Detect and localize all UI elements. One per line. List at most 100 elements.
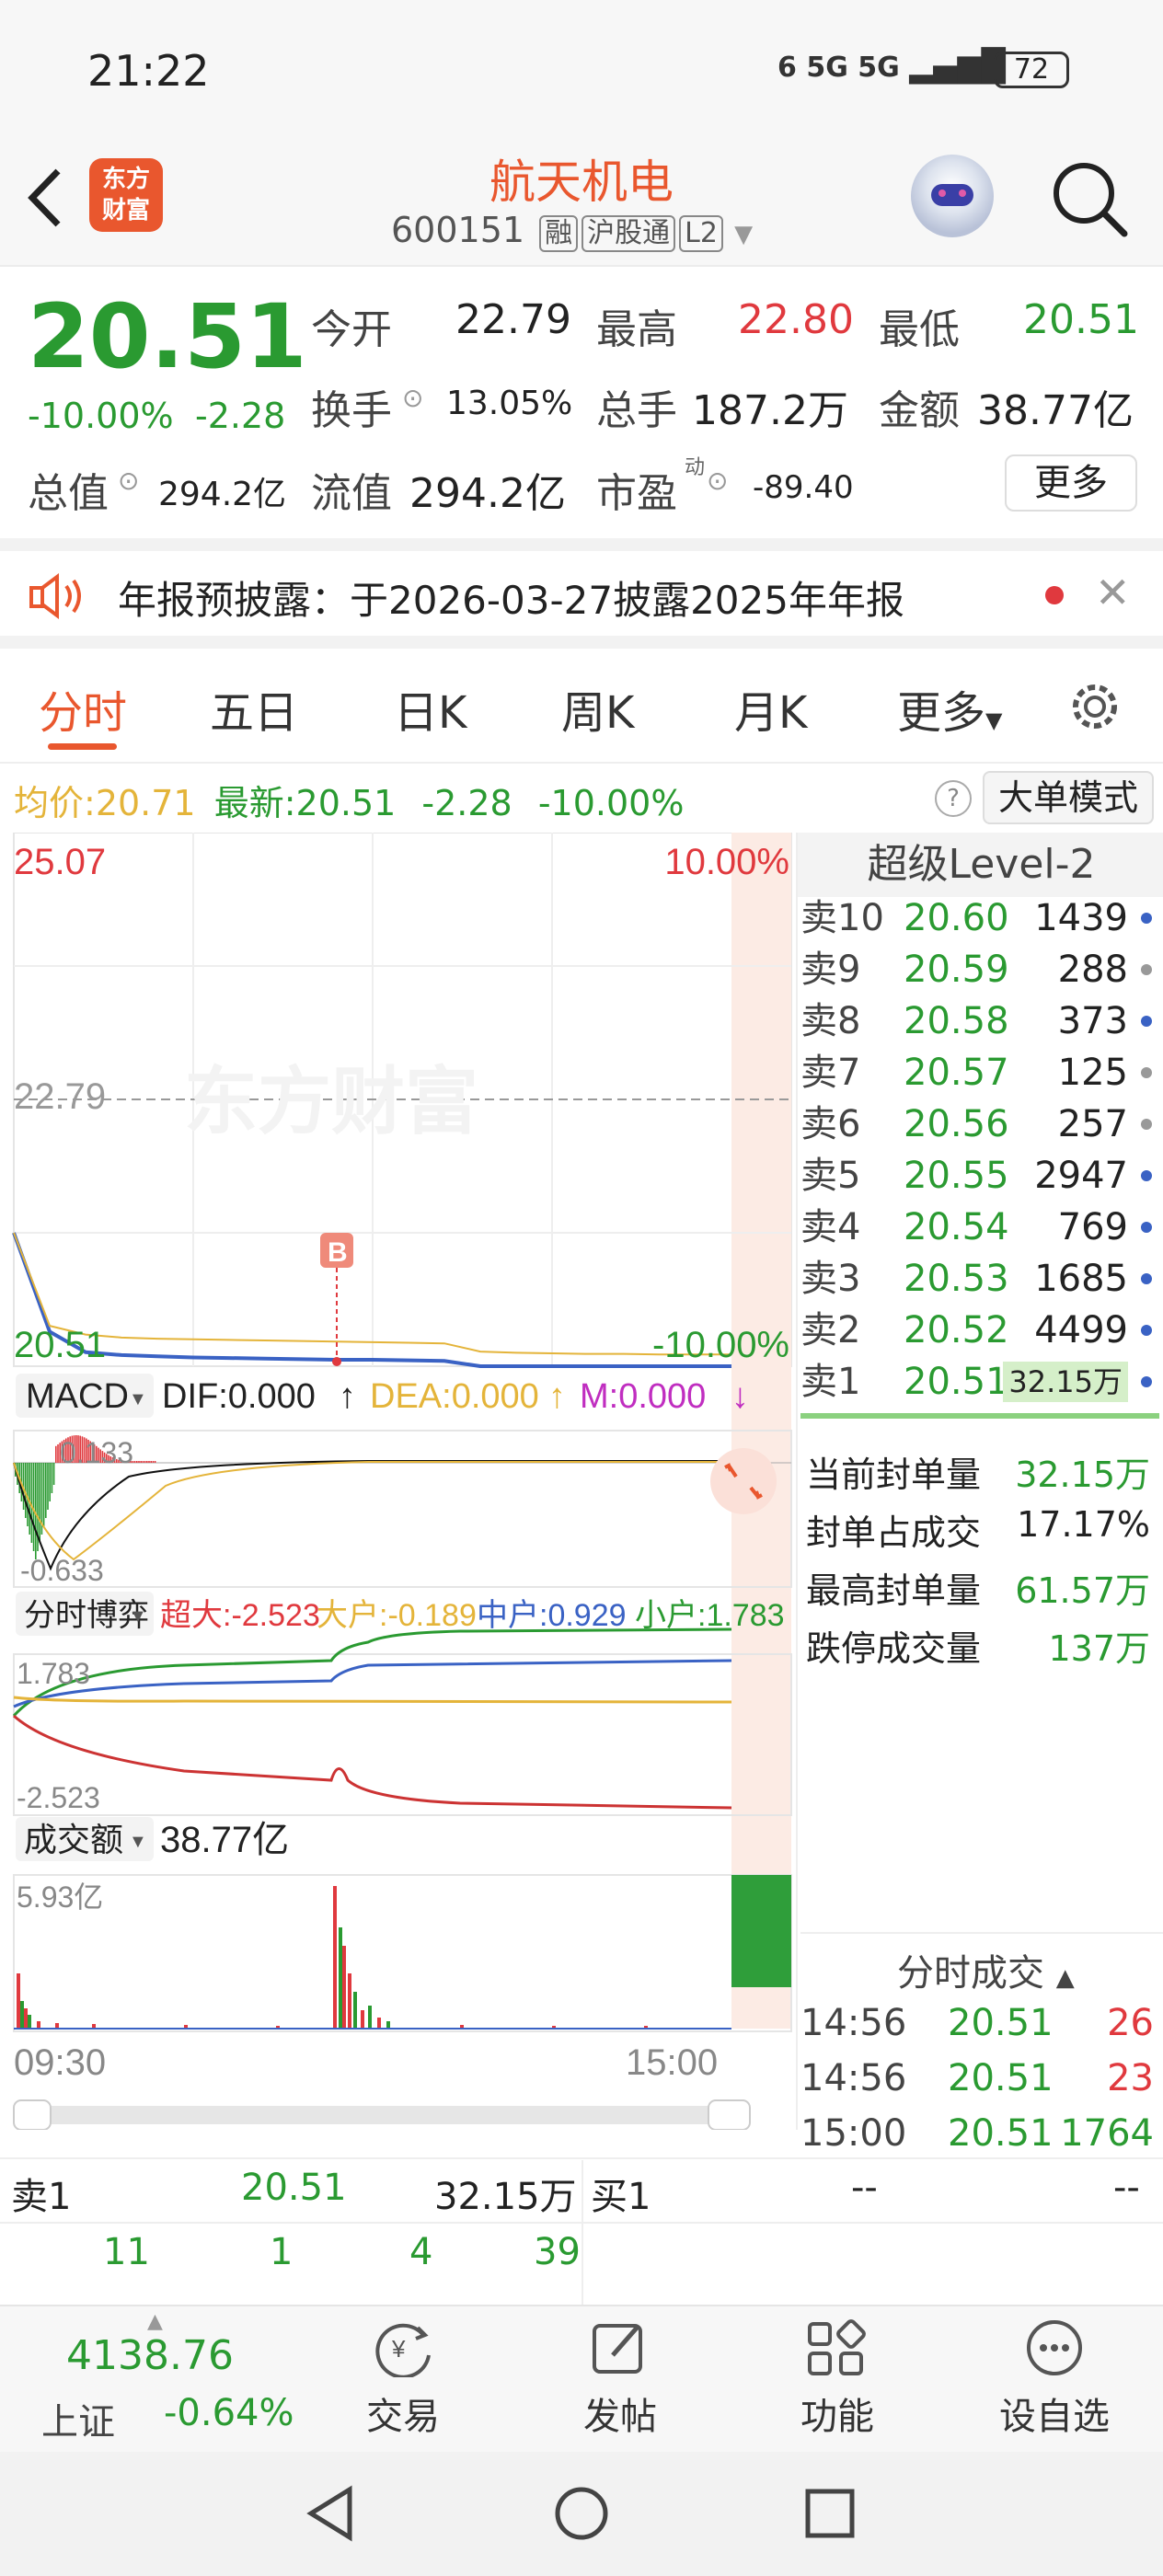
ask-level-label: 卖4: [800, 1206, 861, 1248]
ask-row[interactable]: 卖6 20.56 257: [800, 1098, 1159, 1150]
level2-title[interactable]: 超级Level-2: [798, 833, 1163, 897]
close-icon[interactable]: ✕: [1095, 568, 1131, 617]
info-icon[interactable]: ⊙: [402, 383, 423, 413]
trade-price: 20.51: [948, 2057, 1054, 2099]
nav-post[interactable]: 发帖: [547, 2318, 694, 2440]
header: 东方 财富 航天机电 600151 融沪股通 L2 ▼: [0, 138, 1163, 267]
notice-bar[interactable]: 年报预披露：于2026-03-27披露2025年年报 ✕: [0, 538, 1163, 649]
scroll-handle-left[interactable]: [13, 2099, 52, 2130]
stock-code: 600151: [391, 210, 525, 250]
ask-row[interactable]: 卖1 20.51 32.15万: [800, 1356, 1159, 1408]
nav-add-watchlist[interactable]: 设自选: [981, 2318, 1128, 2440]
ask-volume: 373: [1057, 1000, 1128, 1042]
tab-more-label: 更多: [897, 687, 986, 739]
expand-icon[interactable]: [710, 1448, 777, 1514]
ask-row[interactable]: 卖10 20.60 1439: [800, 892, 1159, 944]
trade-volume: 26: [1107, 2002, 1154, 2044]
tab-five-day[interactable]: 五日: [210, 676, 298, 741]
ask-row[interactable]: 卖9 20.59 288: [800, 944, 1159, 995]
m-label: M:0.000: [580, 1377, 706, 1416]
trade-volume: 23: [1107, 2057, 1154, 2099]
ask-row[interactable]: 卖8 20.58 373: [800, 995, 1159, 1047]
flow-label-superlarge: 超大:-2.523: [160, 1598, 320, 1633]
ask-row[interactable]: 卖2 20.52 4499: [800, 1305, 1159, 1356]
battery-level: 72: [1013, 53, 1050, 86]
more-button[interactable]: 更多: [1005, 454, 1137, 512]
tag-l2: L2: [679, 215, 723, 252]
nav-trade-label: 交易: [366, 2396, 440, 2438]
buy-marker[interactable]: B: [320, 1233, 353, 1366]
tab-more[interactable]: 更多▼: [897, 676, 1002, 741]
tab-daily-k[interactable]: 日K: [394, 676, 466, 741]
grid-icon: [808, 2319, 866, 2375]
macd-bar: [150, 1461, 152, 1463]
back-triangle-icon[interactable]: [304, 2484, 359, 2543]
nav-add-watchlist-label: 设自选: [999, 2396, 1110, 2438]
index-widget[interactable]: 4138.76 ▲ 上证 -0.64%: [0, 2305, 313, 2452]
macd-bar: [146, 1461, 148, 1463]
volume-value: 187.2万: [692, 387, 848, 434]
more-dots-icon: [1027, 2320, 1082, 2375]
book-divider: [800, 1413, 1159, 1419]
turnover-label: 换手: [311, 387, 392, 434]
pe-value: -89.40: [753, 469, 854, 506]
order-dot: [1141, 1170, 1152, 1181]
y-bottom-label: 20.51: [14, 1325, 106, 1365]
ask-price: 20.60: [904, 897, 1009, 939]
ask-volume: 32.15万: [1003, 1362, 1128, 1402]
ask-price: 20.55: [904, 1155, 1009, 1197]
svg-text:¥: ¥: [391, 2335, 406, 2363]
macd-top-label: 0.133: [60, 1436, 133, 1469]
svg-text:↑: ↑: [548, 1377, 566, 1416]
chart-scrollbar[interactable]: [14, 2106, 750, 2124]
status-bar: 21:22 6 5G 5G ▂▄▆█ 72: [0, 0, 1163, 138]
macd-bar: [138, 1461, 140, 1463]
trades-title[interactable]: 分时成交 ▲: [897, 1943, 1075, 1996]
settings-gear-icon[interactable]: [1067, 679, 1123, 734]
ask-volume: 1685: [1034, 1258, 1128, 1300]
info-icon[interactable]: ⊙: [707, 466, 728, 496]
help-icon[interactable]: ?: [935, 780, 972, 817]
info-icon[interactable]: ⊙: [118, 466, 139, 496]
stat-label: 封单占成交: [806, 1512, 982, 1553]
big-order-mode-button[interactable]: 大单模式: [983, 771, 1154, 824]
queue-item: 4: [409, 2231, 433, 2273]
divider: [0, 2157, 1163, 2159]
nav-trade[interactable]: ¥ 交易: [329, 2318, 477, 2440]
ask-row[interactable]: 卖3 20.53 1685: [800, 1253, 1159, 1305]
caret-up-icon: ▲: [1055, 1964, 1075, 1992]
volume-bar: [342, 1946, 346, 2029]
order-dot: [1141, 913, 1152, 924]
notice-text: 年报预披露：于2026-03-27披露2025年年报: [118, 578, 904, 623]
volume-bar: [24, 2008, 28, 2029]
flow-line-superlarge: [13, 1714, 732, 1810]
flow-label-medium: 中户:0.929: [477, 1598, 627, 1633]
intraday-chart[interactable]: 东方财富 B 25.07 22.79 20.51 10.00% -10.00% …: [0, 833, 796, 2130]
seal-stat-row: 当前封单量 32.15万: [806, 1446, 1156, 1497]
pe-label: 市盈: [596, 470, 677, 517]
after-hours-volume-bar: [731, 1875, 791, 1987]
macd-title: MACD: [26, 1377, 129, 1416]
stat-value: 17.17%: [1017, 1504, 1150, 1545]
home-circle-icon[interactable]: [552, 2484, 611, 2543]
tab-intraday[interactable]: 分时: [39, 676, 127, 741]
status-time: 21:22: [87, 46, 210, 96]
stat-value: 61.57万: [1015, 1570, 1150, 1611]
ask-level-label: 卖7: [800, 1052, 861, 1094]
scroll-handle-right[interactable]: [708, 2099, 751, 2130]
search-icon[interactable]: [1049, 158, 1132, 241]
pct-value: -10.00%: [537, 783, 685, 823]
ask-row[interactable]: 卖5 20.55 2947: [800, 1150, 1159, 1202]
macd-bar: [29, 1463, 30, 1535]
tab-weekly-k[interactable]: 周K: [561, 676, 634, 741]
tab-monthly-k[interactable]: 月K: [734, 676, 807, 741]
ask-row[interactable]: 卖7 20.57 125: [800, 1047, 1159, 1098]
robot-avatar-icon[interactable]: [911, 155, 994, 237]
nav-functions[interactable]: 功能: [764, 2318, 911, 2440]
nav-post-label: 发帖: [583, 2396, 657, 2438]
dropdown-icon[interactable]: ▼: [734, 221, 753, 248]
trade-volume: 1764: [1060, 2112, 1154, 2155]
ask-volume: 125: [1057, 1052, 1128, 1094]
recents-square-icon[interactable]: [800, 2484, 859, 2543]
ask-row[interactable]: 卖4 20.54 769: [800, 1202, 1159, 1253]
